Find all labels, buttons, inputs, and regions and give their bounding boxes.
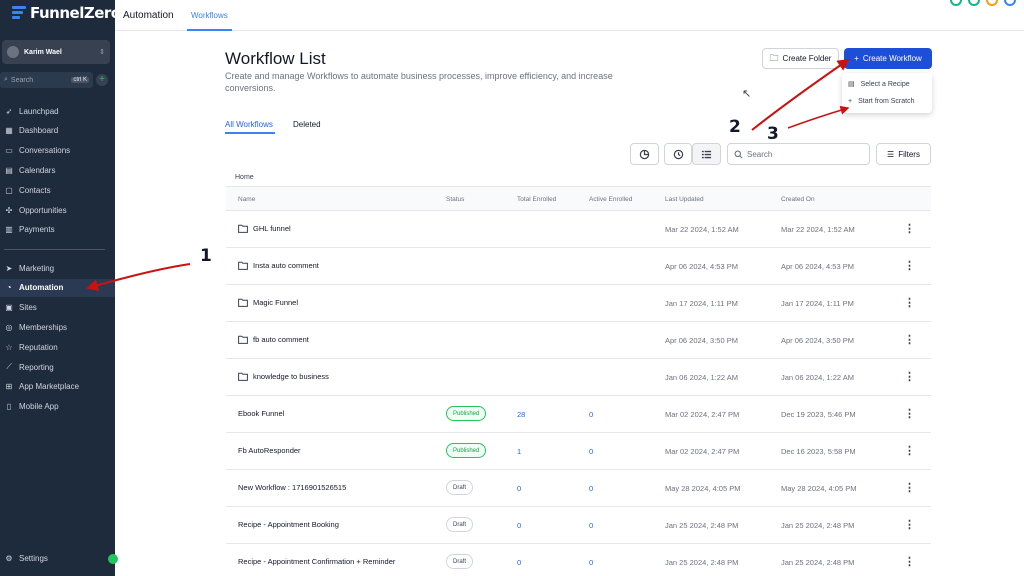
annotation-number-2: 2 bbox=[729, 117, 741, 137]
annotation-number-1: 1 bbox=[200, 246, 212, 266]
arrow-to-start-from-scratch bbox=[787, 105, 850, 129]
annotation-number-3: 3 bbox=[767, 124, 779, 144]
arrow-to-automation bbox=[86, 263, 191, 291]
arrow-to-create-workflow bbox=[751, 58, 850, 131]
annotation-arrows bbox=[86, 58, 850, 291]
